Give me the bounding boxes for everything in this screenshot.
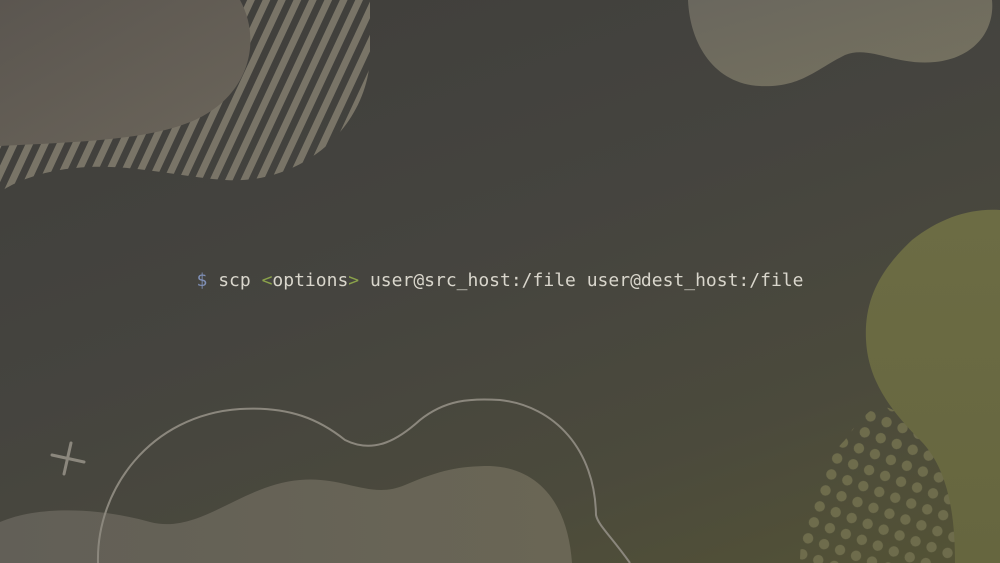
command-program: scp: [218, 270, 251, 291]
blob-shape: [0, 466, 572, 563]
options-open-bracket: <: [261, 270, 273, 291]
destination-argument: user@dest_host:/file: [586, 270, 804, 291]
plus-sign-icon: [50, 441, 86, 476]
blob-shape: [688, 0, 993, 87]
options-close-bracket: >: [348, 270, 360, 291]
prompt-symbol: $: [196, 270, 208, 291]
source-argument: user@src_host:/file: [369, 270, 576, 291]
options-placeholder: options: [272, 270, 349, 291]
command-line: $ scp <options> user@src_host:/file user…: [0, 267, 1000, 295]
